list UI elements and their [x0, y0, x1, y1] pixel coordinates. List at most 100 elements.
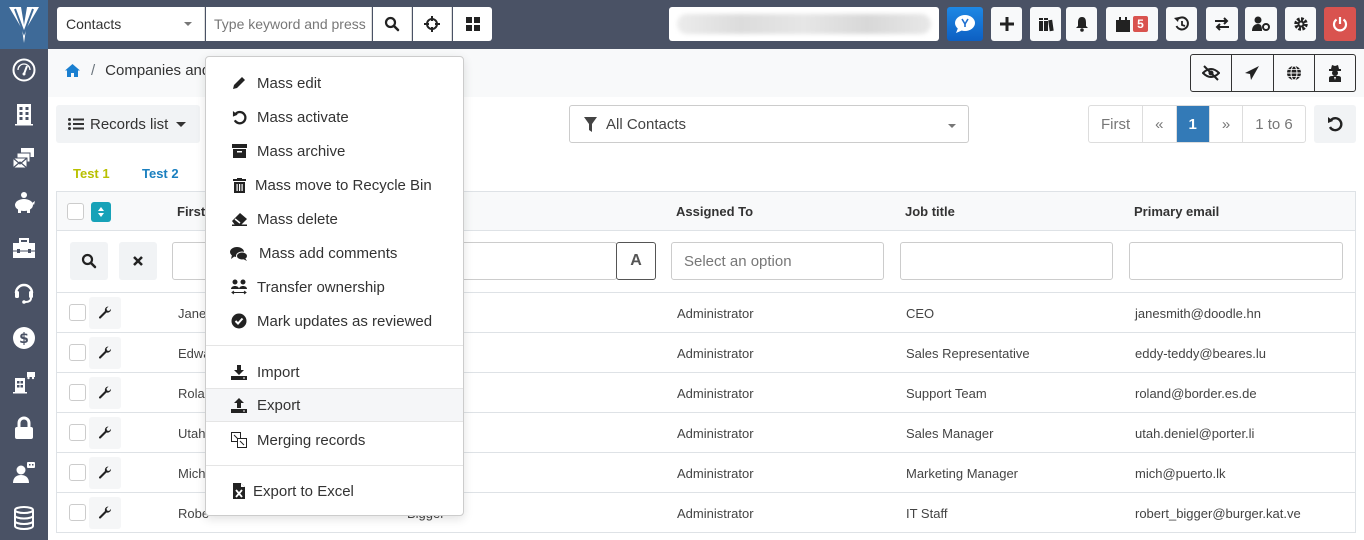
- settings-button[interactable]: [1285, 7, 1316, 41]
- column-sort-button[interactable]: [91, 202, 111, 222]
- menu-item-mark-reviewed[interactable]: Mark updates as reviewed: [206, 304, 463, 338]
- cell-assigned-to: Administrator: [677, 346, 754, 361]
- gear-icon: [1293, 17, 1308, 31]
- sidebar-item-marketing[interactable]: [0, 141, 48, 175]
- knowledge-base-button[interactable]: [1030, 7, 1061, 41]
- cell-primary-email[interactable]: robert_bigger@burger.kat.ve: [1135, 506, 1301, 521]
- menu-item-import[interactable]: Import: [206, 355, 463, 389]
- filter-assigned-select[interactable]: Select an option: [671, 242, 884, 280]
- global-search-input[interactable]: [206, 7, 372, 41]
- sidebar-item-finances[interactable]: $: [0, 321, 48, 355]
- chat-button[interactable]: [947, 7, 983, 41]
- alphabet-filter-button[interactable]: A: [616, 242, 656, 280]
- row-checkbox[interactable]: [69, 304, 86, 321]
- row-checkbox[interactable]: [69, 384, 86, 401]
- cell-primary-email[interactable]: utah.deniel@porter.li: [1135, 426, 1254, 441]
- filter-job-title-input[interactable]: [900, 242, 1113, 280]
- page-range[interactable]: 1 to 6: [1243, 106, 1305, 142]
- cell-primary-email[interactable]: mich@puerto.lk: [1135, 466, 1226, 481]
- row-checkbox[interactable]: [69, 504, 86, 521]
- switch-button[interactable]: [1206, 7, 1238, 41]
- cell-first-name[interactable]: Jane: [178, 306, 206, 321]
- grid-menu-button[interactable]: [453, 7, 492, 41]
- app-logo[interactable]: [0, 0, 48, 49]
- sidebar-item-security[interactable]: [0, 411, 48, 445]
- cell-primary-email[interactable]: janesmith@doodle.hn: [1135, 306, 1261, 321]
- blurred-user-field: [669, 7, 939, 41]
- tab-test-1[interactable]: Test 1: [73, 166, 110, 181]
- row-actions-button[interactable]: [89, 377, 121, 409]
- cell-primary-email[interactable]: eddy-teddy@beares.lu: [1135, 346, 1266, 361]
- menu-item-mass-comments[interactable]: Mass add comments: [206, 236, 463, 270]
- sidebar-item-projects[interactable]: [0, 231, 48, 265]
- history-button[interactable]: [1166, 7, 1197, 41]
- page-next[interactable]: »: [1210, 106, 1244, 142]
- menu-item-export[interactable]: Export: [206, 388, 463, 422]
- row-checkbox[interactable]: [69, 424, 86, 441]
- row-actions-button[interactable]: [89, 497, 121, 529]
- search-button[interactable]: [373, 7, 412, 41]
- file-excel-icon: [233, 483, 245, 499]
- user-settings-button[interactable]: [1245, 7, 1277, 41]
- incognito-button[interactable]: [1315, 55, 1355, 91]
- home-icon[interactable]: [64, 63, 81, 78]
- menu-item-mass-recycle[interactable]: Mass move to Recycle Bin: [206, 168, 463, 202]
- pencil-icon: [233, 77, 245, 89]
- filter-clear-button[interactable]: [119, 242, 157, 280]
- calendar-reminders-button[interactable]: 5: [1106, 7, 1158, 41]
- row-actions-button[interactable]: [89, 337, 121, 369]
- notifications-button[interactable]: [1066, 7, 1097, 41]
- reload-button[interactable]: [1314, 105, 1356, 143]
- row-checkbox[interactable]: [69, 344, 86, 361]
- sidebar-item-dashboard[interactable]: [0, 53, 48, 87]
- cell-first-name[interactable]: Mich: [178, 466, 205, 481]
- sidebar-item-sales[interactable]: [0, 185, 48, 219]
- cell-first-name[interactable]: Utah: [178, 426, 205, 441]
- crosshairs-icon: [424, 16, 440, 32]
- menu-item-export-excel[interactable]: Export to Excel: [206, 474, 463, 508]
- row-actions-button[interactable]: [89, 457, 121, 489]
- records-list-button[interactable]: Records list: [56, 105, 200, 143]
- logout-button[interactable]: [1324, 7, 1356, 41]
- send-button[interactable]: [1232, 55, 1274, 91]
- wrench-icon: [98, 306, 112, 319]
- filter-search-button[interactable]: [70, 242, 108, 280]
- menu-item-transfer-ownership[interactable]: Transfer ownership: [206, 270, 463, 304]
- page-first[interactable]: First: [1089, 106, 1144, 142]
- column-header-first-name[interactable]: First: [177, 204, 205, 219]
- menu-item-mass-delete[interactable]: Mass delete: [206, 202, 463, 236]
- add-button[interactable]: [991, 7, 1022, 41]
- menu-item-merging-records[interactable]: Merging records: [206, 423, 463, 457]
- sidebar-item-hr[interactable]: [0, 455, 48, 489]
- filter-email-input[interactable]: [1129, 242, 1343, 280]
- upload-icon: [231, 397, 247, 413]
- breadcrumb-current[interactable]: Companies and: [105, 62, 210, 79]
- custom-view-select[interactable]: All Contacts: [569, 105, 969, 143]
- module-select[interactable]: Contacts: [57, 7, 205, 41]
- sidebar-item-partners[interactable]: [0, 365, 48, 399]
- tab-test-2[interactable]: Test 2: [142, 166, 179, 181]
- hide-button[interactable]: [1191, 55, 1233, 91]
- menu-item-mass-activate[interactable]: Mass activate: [206, 100, 463, 134]
- page-current[interactable]: 1: [1176, 106, 1210, 142]
- row-actions-button[interactable]: [89, 297, 121, 329]
- row-checkbox[interactable]: [69, 464, 86, 481]
- sidebar-item-support[interactable]: [0, 275, 48, 309]
- sidebar-item-database[interactable]: [0, 501, 48, 535]
- grid-icon: [465, 17, 480, 31]
- briefcase-icon: [13, 238, 35, 258]
- web-button[interactable]: [1274, 55, 1315, 91]
- menu-item-mass-archive[interactable]: Mass archive: [206, 134, 463, 168]
- crosshairs-button[interactable]: [413, 7, 452, 41]
- column-header-primary-email[interactable]: Primary email: [1134, 204, 1219, 219]
- cell-primary-email[interactable]: roland@border.es.de: [1135, 386, 1257, 401]
- column-header-assigned-to[interactable]: Assigned To: [676, 204, 753, 219]
- sidebar-item-companies[interactable]: [0, 97, 48, 131]
- row-actions-button[interactable]: [89, 417, 121, 449]
- search-icon: [81, 253, 97, 269]
- page-prev[interactable]: «: [1143, 106, 1177, 142]
- menu-item-mass-edit[interactable]: Mass edit: [206, 66, 463, 100]
- select-all-checkbox[interactable]: [67, 203, 84, 220]
- column-header-job-title[interactable]: Job title: [905, 204, 955, 219]
- menu-item-label: Mass delete: [257, 210, 338, 228]
